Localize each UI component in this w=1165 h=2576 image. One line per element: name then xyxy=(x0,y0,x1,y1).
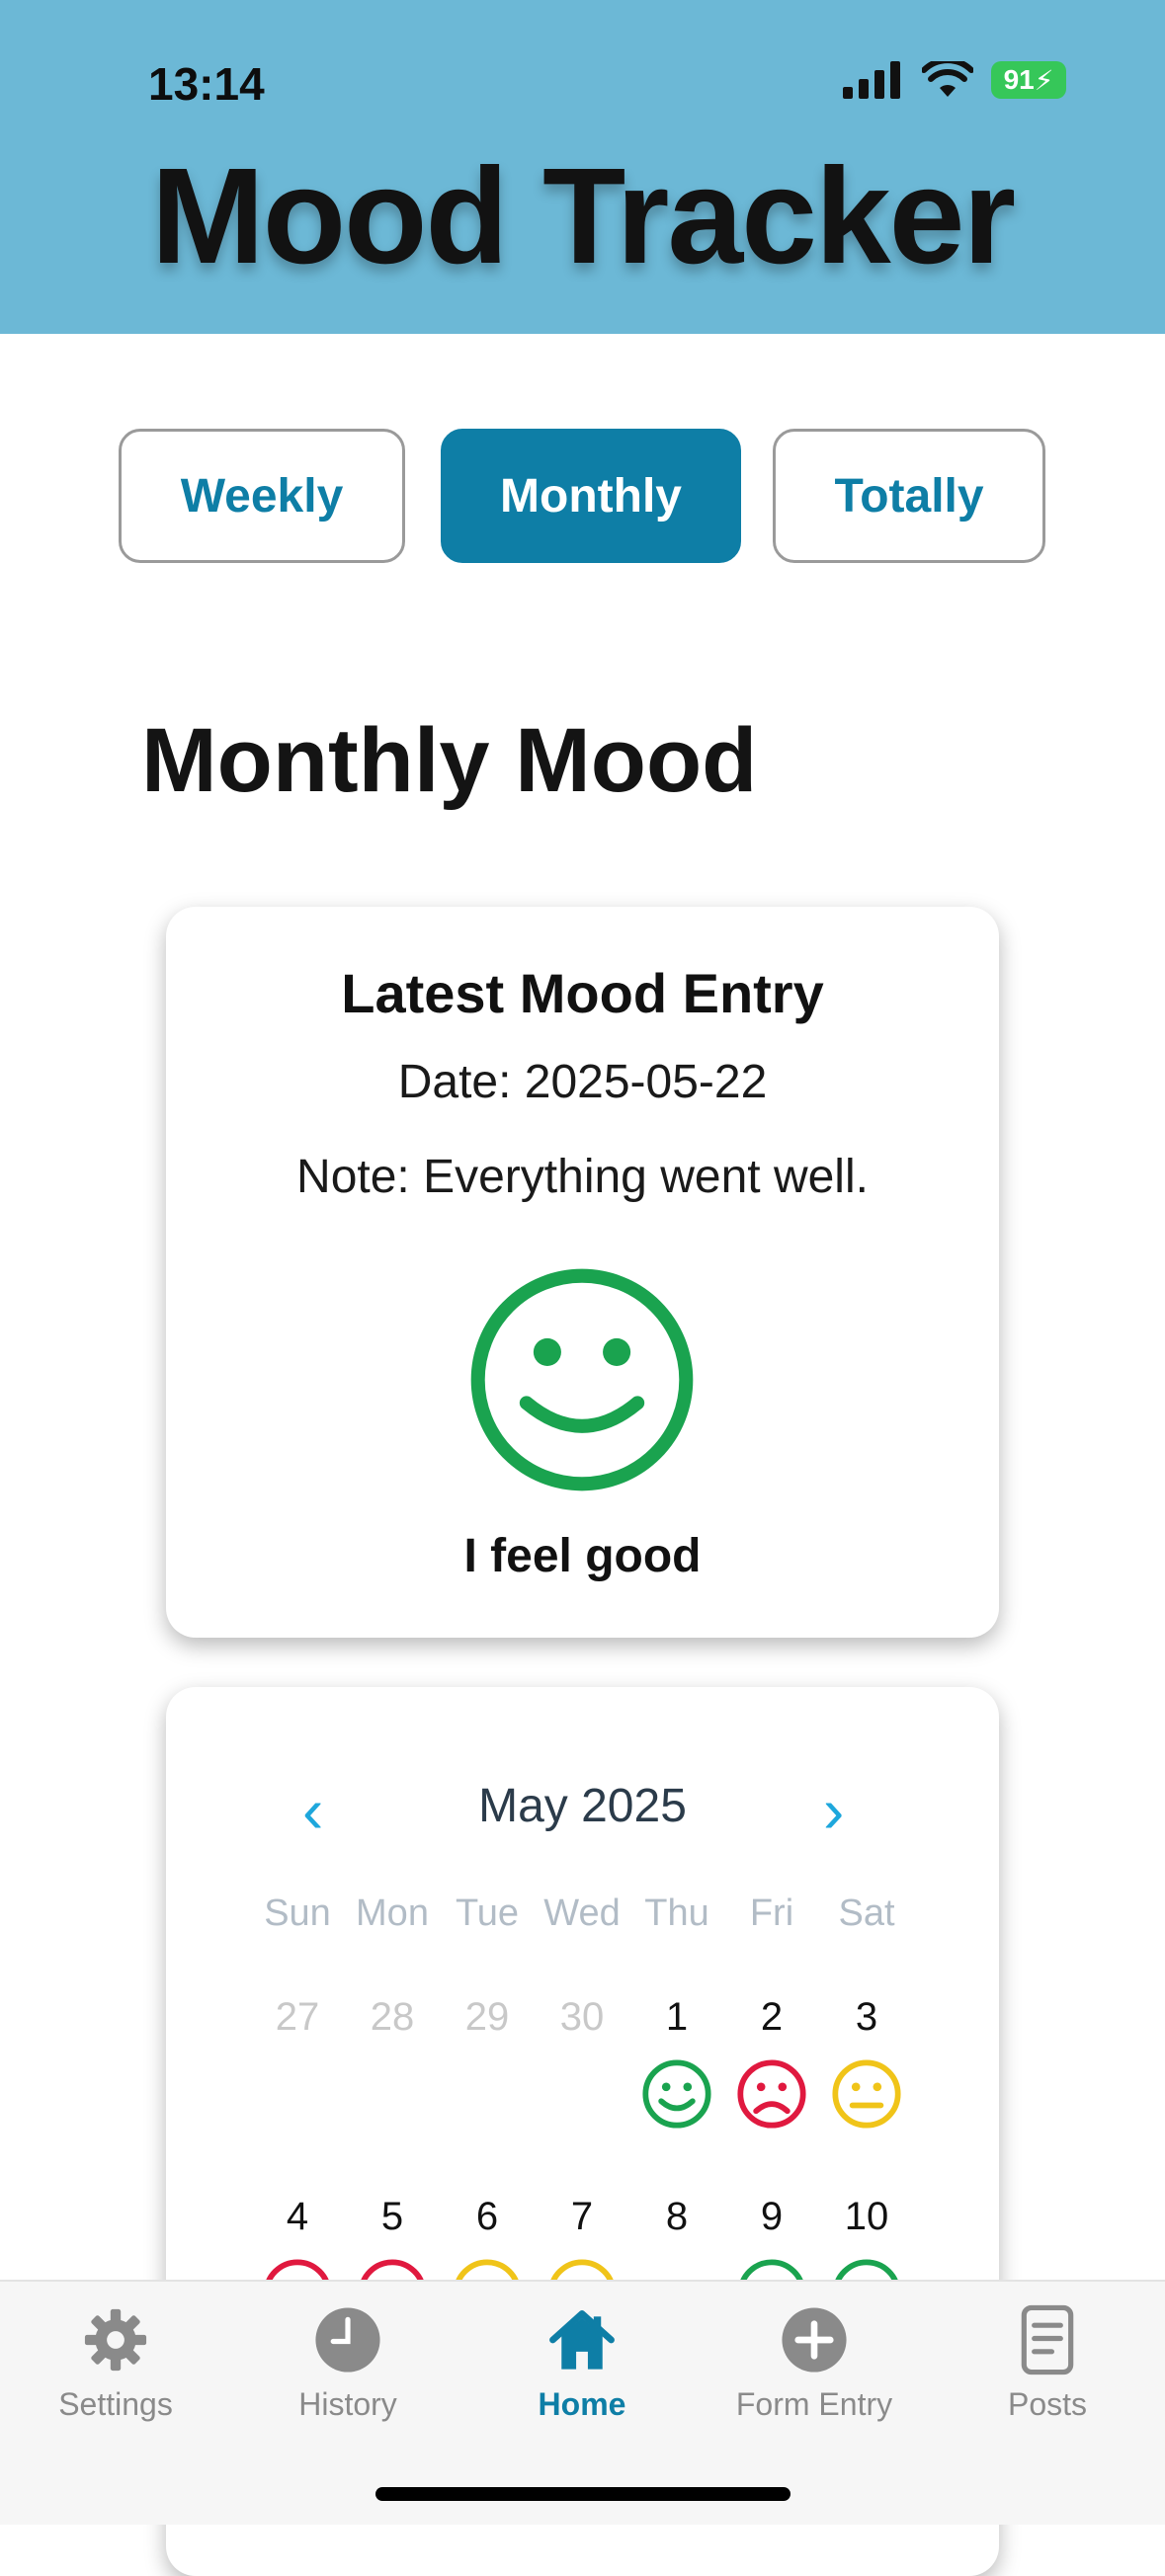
calendar-day[interactable]: 3 xyxy=(819,1995,914,2040)
weekday-wed: Wed xyxy=(543,1892,621,1934)
nav-label: Home xyxy=(538,2386,626,2422)
wifi-icon xyxy=(922,61,973,97)
home-icon xyxy=(549,2310,615,2370)
plus-circle-icon xyxy=(782,2307,847,2373)
weekday-fri: Fri xyxy=(749,1892,794,1934)
gear-icon xyxy=(84,2308,147,2372)
neutral-face-icon xyxy=(832,2059,901,2129)
status-time: 13:14 xyxy=(148,58,265,110)
smile-icon xyxy=(470,1268,694,1491)
home-indicator xyxy=(375,2487,791,2501)
calendar-day[interactable]: 1 xyxy=(629,1995,724,2040)
status-icons: 91 ⚡ xyxy=(843,61,1066,99)
nav-label: Settings xyxy=(58,2386,173,2422)
calendar-header: ‹ May 2025 › xyxy=(166,1774,999,1853)
clock-icon xyxy=(315,2307,380,2373)
calendar-day[interactable]: 27 xyxy=(250,1995,345,2040)
weekday-sun: Sun xyxy=(264,1892,331,1934)
weekday-tue: Tue xyxy=(455,1892,520,1934)
app-title: Mood Tracker xyxy=(150,140,1016,292)
signal-icon xyxy=(843,61,900,99)
nav-history[interactable]: History xyxy=(249,2303,447,2423)
weekday-sat: Sat xyxy=(838,1892,895,1934)
nav-posts[interactable]: Posts xyxy=(949,2303,1146,2423)
nav-form-entry[interactable]: Form Entry xyxy=(715,2303,913,2423)
latest-entry-title: Latest Mood Entry xyxy=(341,962,824,1024)
calendar-day[interactable]: 5 xyxy=(345,2195,440,2239)
battery-icon: 91 ⚡ xyxy=(991,61,1066,99)
tab-monthly[interactable]: Monthly xyxy=(441,429,741,563)
chevron-right-icon[interactable]: › xyxy=(823,1774,844,1847)
calendar-day[interactable]: 10 xyxy=(819,2195,914,2239)
nav-label: Form Entry xyxy=(735,2386,893,2422)
calendar-day[interactable]: 28 xyxy=(345,1995,440,2040)
entry-date: Date: 2025-05-22 xyxy=(397,1056,768,1108)
nav-label: History xyxy=(298,2386,397,2422)
calendar-day[interactable]: 29 xyxy=(440,1995,535,2040)
calendar-day[interactable]: 2 xyxy=(724,1995,819,2040)
section-title: Monthly Mood xyxy=(141,710,758,811)
mood-label: I feel good xyxy=(463,1530,702,1582)
calendar-day[interactable]: 9 xyxy=(724,2195,819,2239)
weekday-mon: Mon xyxy=(356,1892,429,1934)
battery-level: 91 xyxy=(1003,64,1035,95)
app-header: 13:14 91 ⚡ Mood Tracker xyxy=(0,0,1165,334)
smile-icon xyxy=(642,2059,711,2129)
nav-settings[interactable]: Settings xyxy=(17,2303,214,2423)
calendar-day[interactable]: 30 xyxy=(535,1995,629,2040)
nav-label: Posts xyxy=(1007,2386,1088,2422)
frown-icon xyxy=(737,2059,806,2129)
nav-home[interactable]: Home xyxy=(483,2303,681,2423)
document-icon xyxy=(1021,2304,1074,2375)
period-tabs: Weekly Monthly Totally xyxy=(119,429,1047,563)
calendar-day[interactable]: 8 xyxy=(629,2195,724,2239)
calendar-day[interactable]: 4 xyxy=(250,2195,345,2239)
tab-totally[interactable]: Totally xyxy=(773,429,1045,563)
tab-weekly[interactable]: Weekly xyxy=(119,429,405,563)
entry-note: Note: Everything went well. xyxy=(296,1151,869,1203)
calendar-day[interactable]: 7 xyxy=(535,2195,629,2239)
month-label: May 2025 xyxy=(478,1780,687,1832)
calendar-day[interactable]: 6 xyxy=(440,2195,535,2239)
weekday-thu: Thu xyxy=(644,1892,709,1934)
latest-mood-card: Latest Mood Entry Date: 2025-05-22 Note:… xyxy=(166,907,999,1638)
